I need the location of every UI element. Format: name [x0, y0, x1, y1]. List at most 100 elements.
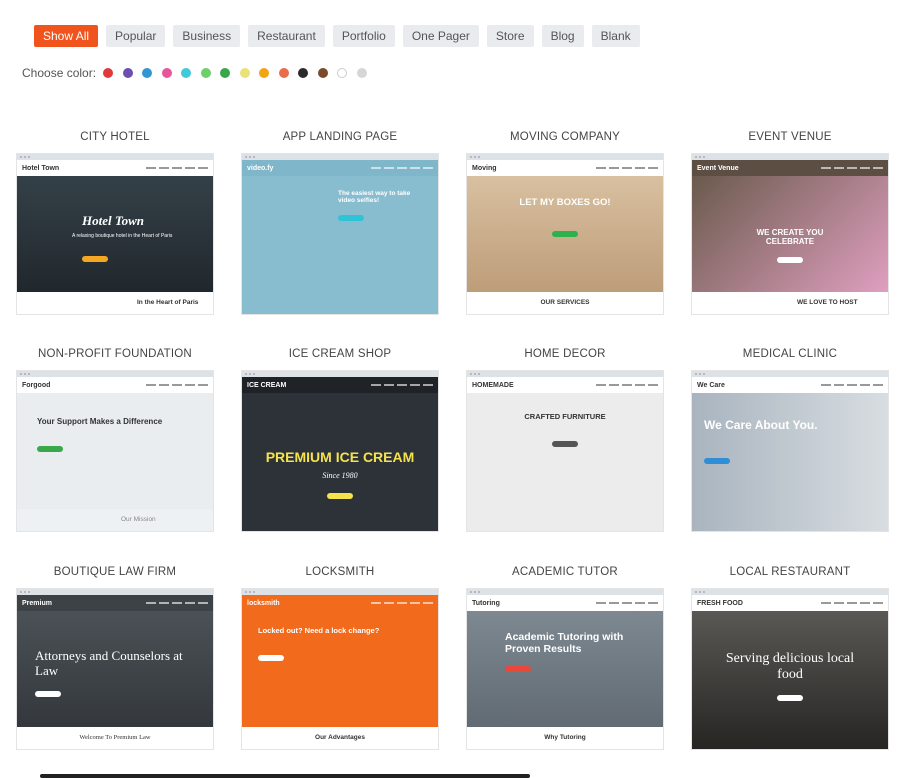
template-thumbnail[interactable]: Forgood Your Support Makes a Difference Ou… [17, 371, 213, 531]
color-picker-label: Choose color: [22, 66, 97, 80]
template-card[interactable]: ACADEMIC TUTOR Tutoring Academic Tutoring … [467, 565, 663, 749]
browser-chrome-bar [17, 589, 213, 595]
thumbnail-nav-links [818, 600, 883, 606]
thumbnail-headline: LET MY BOXES GO! [519, 197, 611, 208]
template-title: APP LANDING PAGE [282, 131, 398, 143]
template-card[interactable]: LOCKSMITH locksmith Locked out? Need a loc… [242, 565, 438, 749]
thumbnail-nav-links [368, 382, 433, 388]
template-title: BOUTIQUE LAW FIRM [53, 566, 177, 578]
template-thumbnail[interactable]: Premium Attorneys and Counselors at Law We… [17, 589, 213, 749]
thumbnail-nav-links [143, 165, 208, 171]
template-title: NON-PROFIT FOUNDATION [38, 348, 192, 360]
template-card[interactable]: MOVING COMPANY Moving LET MY BOXES GO! OUR … [467, 130, 663, 314]
browser-chrome-bar [17, 371, 213, 377]
filter-popular[interactable]: Popular [106, 25, 166, 47]
browser-chrome-bar [467, 154, 663, 160]
browser-chrome-bar [467, 371, 663, 377]
filter-portfolio[interactable]: Portfolio [332, 25, 395, 47]
color-swatch[interactable] [220, 68, 231, 78]
template-title: EVENT VENUE [748, 131, 832, 143]
thumbnail-headline: Locked out? Need a lock change? [258, 626, 380, 635]
thumbnail-nav: Tutoring [467, 595, 663, 611]
color-swatch[interactable] [356, 68, 367, 78]
template-thumbnail[interactable]: ICE CREAM PREMIUM ICE CREAM Since 1980 [242, 371, 438, 531]
color-swatch[interactable] [103, 68, 114, 78]
filter-blog[interactable]: Blog [541, 25, 584, 47]
color-swatch[interactable] [181, 68, 192, 78]
template-card[interactable]: CITY HOTEL Hotel Town Hotel Town A relaxing… [17, 130, 213, 314]
thumbnail-headline: Hotel Town [82, 213, 145, 228]
thumbnail-logo: Moving [472, 164, 497, 172]
color-swatch[interactable] [142, 68, 153, 78]
template-card[interactable]: BOUTIQUE LAW FIRM Premium Attorneys and Co… [17, 565, 213, 749]
color-swatch[interactable] [317, 68, 328, 78]
thumbnail-nav-links [593, 600, 658, 606]
template-card[interactable]: ICE CREAM SHOP ICE CREAM PREMIUM ICE CREAM… [242, 347, 438, 531]
template-thumbnail[interactable]: Tutoring Academic Tutoring with Proven Re… [467, 589, 663, 749]
thumbnail-section-heading: Why Tutoring [467, 727, 663, 749]
color-swatch[interactable] [161, 68, 172, 78]
browser-chrome-bar [692, 371, 888, 377]
thumbnail-logo: video.fy [247, 164, 274, 172]
horizontal-scrollbar[interactable] [40, 774, 530, 778]
thumbnail-nav-links [143, 382, 208, 388]
template-card[interactable]: HOME DECOR HOMEMADE CRAFTED FURNITURE [467, 347, 663, 531]
template-thumbnail[interactable]: HOMEMADE CRAFTED FURNITURE [467, 371, 663, 531]
thumbnail-cta [552, 230, 578, 237]
color-swatch[interactable] [200, 68, 211, 78]
thumbnail-nav: Moving [467, 160, 663, 176]
thumbnail-cta [704, 458, 730, 465]
thumbnail-headline: CRAFTED FURNITURE [524, 412, 606, 421]
color-swatch[interactable] [337, 68, 348, 78]
thumbnail-logo: Forgood [22, 381, 51, 389]
template-card[interactable]: EVENT VENUE Event Venue WE CREATE YOU CELE… [692, 130, 888, 314]
thumbnail-cta [82, 255, 108, 262]
template-card[interactable]: MEDICAL CLINIC We Care We Care About You. [692, 347, 888, 531]
thumbnail-headline: PREMIUM ICE CREAM [265, 449, 415, 465]
thumbnail-nav: FRESH FOOD [692, 595, 888, 611]
thumbnail-section-heading: WE LOVE TO HOST [692, 292, 888, 314]
thumbnail-section-heading: OUR SERVICES [467, 292, 663, 314]
thumbnail-nav-links [818, 382, 883, 388]
filter-blank[interactable]: Blank [591, 25, 640, 47]
template-thumbnail[interactable]: Moving LET MY BOXES GO! OUR SERVICES [467, 154, 663, 314]
template-card[interactable]: LOCAL RESTAURANT FRESH FOOD Serving delici… [692, 565, 888, 749]
template-thumbnail[interactable]: video.fy The easiest way to take video se… [242, 154, 438, 314]
color-swatch-list [103, 68, 376, 78]
thumbnail-logo: Tutoring [472, 599, 500, 607]
template-thumbnail[interactable]: locksmith Locked out? Need a lock change?… [242, 589, 438, 749]
template-title: LOCAL RESTAURANT [729, 566, 851, 578]
thumbnail-cta [37, 445, 63, 452]
template-thumbnail[interactable]: Hotel Town Hotel Town A relaxing boutique … [17, 154, 213, 314]
thumbnail-logo: Event Venue [697, 164, 739, 172]
thumbnail-cta [327, 493, 353, 500]
filter-restaurant[interactable]: Restaurant [248, 25, 325, 47]
color-swatch[interactable] [298, 68, 309, 78]
color-swatch[interactable] [259, 68, 270, 78]
thumbnail-headline: Academic Tutoring with Proven Results [505, 631, 624, 656]
filter-store[interactable]: Store [486, 25, 534, 47]
color-swatch[interactable] [122, 68, 133, 78]
template-thumbnail[interactable]: Event Venue WE CREATE YOU CELEBRATE WE LOV… [692, 154, 888, 314]
thumbnail-nav: video.fy [242, 160, 438, 176]
color-swatch[interactable] [278, 68, 289, 78]
thumbnail-nav-links [368, 165, 433, 171]
color-swatch[interactable] [239, 68, 250, 78]
template-title: HOME DECOR [524, 348, 606, 360]
filter-one-pager[interactable]: One Pager [402, 25, 479, 47]
thumbnail-nav: Hotel Town [17, 160, 213, 176]
template-card[interactable]: APP LANDING PAGE video.fy The easiest way … [242, 130, 438, 314]
thumbnail-nav: Event Venue [692, 160, 888, 176]
thumbnail-headline: WE CREATE YOU CELEBRATE [756, 228, 824, 247]
thumbnail-section-heading: Our Advantages [242, 727, 438, 749]
template-card[interactable]: NON-PROFIT FOUNDATION Forgood Your Support… [17, 347, 213, 531]
template-thumbnail[interactable]: We Care We Care About You. [692, 371, 888, 531]
filter-business[interactable]: Business [173, 25, 241, 47]
thumbnail-logo: Hotel Town [22, 164, 60, 172]
thumbnail-hero: CRAFTED FURNITURE [467, 393, 663, 531]
filter-show-all[interactable]: Show All [34, 25, 99, 47]
thumbnail-nav-links [593, 165, 658, 171]
thumbnail-cta [552, 440, 578, 447]
thumbnail-cta [777, 695, 803, 702]
template-thumbnail[interactable]: FRESH FOOD Serving delicious local food [692, 589, 888, 749]
